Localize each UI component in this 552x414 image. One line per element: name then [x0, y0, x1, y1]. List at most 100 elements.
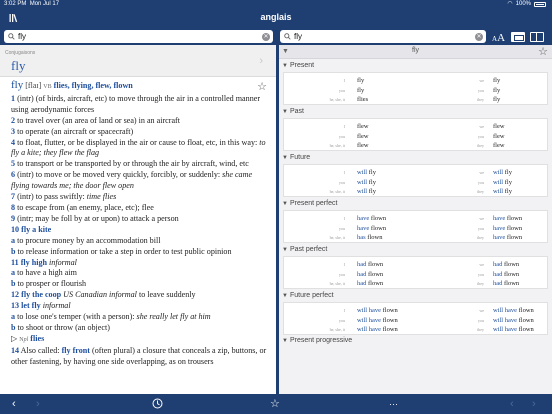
tense-table: Iwill fly we will fly you will fly you will fl…: [283, 164, 548, 197]
verb-form-left: will have flown: [357, 326, 398, 333]
conjugation-row: he, she, it has flown they have flown: [284, 233, 547, 242]
sense-item: 9 (intr; may be foll by at or upon) to a…: [11, 213, 179, 223]
conjugation-word: fly: [11, 58, 26, 73]
verb-form-left: have flown: [357, 224, 387, 232]
verb-form-right: had flown: [493, 270, 520, 278]
pronoun-right: you: [478, 133, 484, 139]
pronoun-left: you: [339, 225, 345, 231]
tense-title[interactable]: ▼ Present perfect: [279, 198, 552, 210]
verb-form-left: flies: [357, 96, 369, 103]
conjugation-row: Iwill have flown we will have flown: [284, 306, 547, 315]
tense-table: Ifly we fly you fly you fly he, she, it flies the…: [283, 72, 548, 105]
verb-form-left: has flown: [357, 234, 383, 241]
clear-icon[interactable]: ✕: [475, 32, 483, 41]
favorite-star-icon[interactable]: ☆: [257, 82, 267, 93]
conjugation-row: Iflew we flew: [284, 122, 547, 131]
sense-11b: b to prosper or flourish: [11, 279, 87, 289]
single-view-icon[interactable]: [511, 32, 525, 42]
wifi-icon: ◠: [507, 1, 513, 7]
search-value-left: fly: [18, 32, 26, 41]
conjugation-row: you fly you fly: [284, 86, 547, 95]
tense-table: Ihad flown we had flown you had flown you had …: [283, 256, 548, 289]
conjugation-row: Iwill fly we will fly: [284, 168, 547, 177]
tense-title[interactable]: ▼ Past perfect: [279, 244, 552, 256]
tense-title[interactable]: ▼ Past: [279, 106, 552, 118]
plural-noun-line: ▷ Npl flies: [11, 333, 45, 343]
pronoun-right: we: [479, 308, 484, 313]
clear-icon[interactable]: ✕: [262, 32, 270, 41]
pronoun-right: you: [478, 317, 484, 323]
sense-item: 2 to travel over (an area of land or sea…: [11, 115, 180, 125]
search-icon: [284, 33, 291, 40]
headword: fly: [11, 79, 24, 91]
tense-section: ▼ Present perfect Ihave flown we have flown y…: [279, 198, 552, 243]
favorites-star-icon[interactable]: ☆: [270, 397, 280, 411]
pronoun-left: you: [339, 179, 345, 185]
tense-title[interactable]: ▼ Future perfect: [279, 290, 552, 302]
pronoun-right: you: [478, 179, 484, 185]
tense-table: Ihave flown we have flown you have flown you h…: [283, 210, 548, 243]
pronoun-left: he, she, it: [329, 235, 345, 240]
tense-section: ▼ Future perfect Iwill have flown we will ha…: [279, 290, 552, 335]
forward-icon[interactable]: ›: [36, 397, 40, 411]
verb-form-left: fly: [357, 86, 365, 94]
pronoun-right: you: [478, 87, 484, 93]
search-input-left[interactable]: fly ✕: [4, 30, 273, 43]
search-input-right[interactable]: fly ✕: [280, 30, 486, 43]
verb-form-right: will fly: [493, 188, 512, 195]
verb-form-right: have flown: [493, 234, 523, 241]
bottom-toolbar: ‹ › ☆ ··· ‹ ›: [0, 394, 552, 414]
next-entry-icon[interactable]: ›: [532, 397, 536, 411]
sense-10a: a to procure money by an accommodation b…: [11, 235, 161, 245]
text-size-icon[interactable]: AA: [492, 30, 505, 46]
conjugation-link[interactable]: Conjugaisons fly ›: [0, 45, 276, 77]
pronoun-right: you: [478, 225, 484, 231]
history-icon[interactable]: [152, 398, 163, 409]
pronoun-right: we: [479, 170, 484, 175]
star-icon[interactable]: ☆: [538, 45, 548, 58]
verb-form-left: flew: [357, 142, 369, 149]
sense-list: 1 (intr) (of birds, aircraft, etc) to mo…: [11, 94, 268, 225]
split-view-icon[interactable]: [530, 32, 544, 42]
tense-title[interactable]: ▼ Future: [279, 152, 552, 164]
pronoun-left: he, she, it: [329, 143, 345, 148]
part-of-speech: VB: [43, 84, 52, 90]
conjugation-row: Ihave flown we have flown: [284, 214, 547, 223]
conjugation-label: Conjugaisons: [5, 50, 36, 56]
pronoun-left: he, she, it: [329, 327, 345, 332]
sense-item: 5 to transport or be transported by or t…: [11, 159, 249, 169]
pronoun-right: we: [479, 216, 484, 221]
inflected-forms: flies, flying, flew, flown: [53, 81, 133, 90]
tense-table: Iflew we flew you flew you flew he, she, it flew…: [283, 118, 548, 151]
entry-headline: fly [flaɪ] VB flies, flying, flew, flown…: [11, 80, 268, 93]
tense-list: ▼ Present Ifly we fly you fly you fly he, she, it…: [279, 60, 552, 335]
verb-form-right: will have flown: [493, 307, 534, 314]
verb-form-right: flew: [493, 132, 505, 140]
pronoun-left: I: [343, 124, 345, 129]
sense-item: 4 to float, flutter, or be displayed in …: [11, 137, 266, 158]
more-icon[interactable]: ···: [389, 397, 398, 411]
pronoun-right: we: [479, 78, 484, 83]
pronoun-left: you: [339, 317, 345, 323]
tense-title[interactable]: ▼ Present progressive: [279, 335, 552, 347]
collapse-triangle-icon: ▼: [282, 63, 288, 69]
battery-icon: [534, 2, 546, 7]
verb-form-left: have flown: [357, 215, 387, 222]
status-time: 3:02 PM Mon Jul 17: [4, 1, 60, 7]
prev-entry-icon[interactable]: ‹: [510, 397, 514, 411]
conjugation-title: fly: [412, 47, 419, 54]
verb-form-left: will have flown: [357, 307, 398, 314]
pronoun-left: you: [339, 133, 345, 139]
verb-form-right: flew: [493, 142, 505, 149]
sense-13b: b to shoot or throw (an object): [11, 322, 110, 332]
conjugation-row: Ihad flown we had flown: [284, 260, 547, 269]
status-bar: 3:02 PM Mon Jul 17 ◠ 100%: [0, 0, 552, 9]
sense-13a: a to lose one's temper (with a person): …: [11, 312, 211, 322]
tense-section: ▼ Past Iflew we flew you flew you flew he, she, i…: [279, 106, 552, 151]
search-icon: [8, 33, 15, 40]
verb-form-left: flew: [357, 123, 369, 130]
back-icon[interactable]: ‹: [12, 397, 16, 411]
conjugation-row: he, she, it flies they fly: [284, 95, 547, 104]
pronoun-left: I: [343, 170, 345, 175]
tense-title[interactable]: ▼ Present: [279, 60, 552, 72]
